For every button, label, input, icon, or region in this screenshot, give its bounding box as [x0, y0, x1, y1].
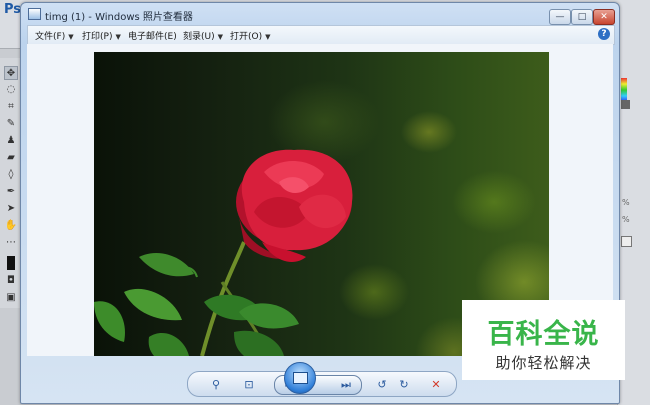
- layer-lock-icon[interactable]: [621, 236, 632, 247]
- close-button[interactable]: ✕: [593, 9, 615, 25]
- foreground-color-swatch[interactable]: [7, 256, 15, 270]
- menu-open-label: 打开(O): [230, 32, 263, 42]
- color-swatch[interactable]: [621, 100, 630, 109]
- watermark-subtitle: 助你轻松解决: [495, 354, 592, 372]
- fill-percent: %: [622, 215, 630, 224]
- crop-tool-icon[interactable]: ⌗: [5, 100, 17, 112]
- menu-email[interactable]: 电子邮件(E): [128, 29, 177, 42]
- chevron-down-icon: ▼: [68, 33, 74, 41]
- next-icon[interactable]: ⏭: [337, 377, 355, 393]
- delete-icon[interactable]: ✕: [428, 376, 444, 392]
- opacity-percent: %: [622, 198, 630, 207]
- move-tool-icon[interactable]: ✥: [4, 66, 18, 80]
- menu-file[interactable]: 文件(F) ▼: [35, 29, 74, 42]
- eraser-tool-icon[interactable]: ▰: [5, 151, 17, 163]
- title-bar[interactable]: timg (1) - Windows 照片查看器 — □ ✕: [21, 3, 619, 25]
- minimize-button[interactable]: —: [549, 9, 571, 25]
- chevron-down-icon: ▼: [265, 33, 271, 41]
- menu-file-label: 文件(F): [35, 32, 66, 42]
- photoshop-toolbar: ✥ ◌ ⌗ ✎ ♟ ▰ ◊ ✒ ➤ ✋ ⋯ ◘ ▣: [0, 58, 22, 308]
- photo-viewer-icon: [28, 8, 41, 20]
- menu-print[interactable]: 打印(P) ▼: [82, 29, 121, 42]
- watermark: 百科全说 助你轻松解决: [462, 300, 625, 380]
- menu-burn[interactable]: 刻录(U) ▼: [183, 29, 223, 42]
- window-title: timg (1) - Windows 照片查看器: [45, 12, 193, 23]
- menu-print-label: 打印(P): [82, 32, 113, 42]
- menu-email-label: 电子邮件(E): [128, 32, 177, 42]
- screen-mode-icon[interactable]: ▣: [5, 291, 17, 303]
- blur-tool-icon[interactable]: ◊: [5, 168, 17, 180]
- watermark-title: 百科全说: [487, 319, 600, 350]
- photoshop-logo: Ps: [4, 2, 22, 17]
- hand-tool-icon[interactable]: ✋: [5, 219, 17, 231]
- chevron-down-icon: ▼: [115, 33, 121, 41]
- quick-mask-icon[interactable]: ◘: [5, 274, 17, 286]
- viewer-control-bar: ⚲ ⊡ ⏮ ⏭ ↺ ↻ ✕: [187, 371, 457, 397]
- path-select-icon[interactable]: ➤: [5, 202, 17, 214]
- slideshow-button[interactable]: [284, 362, 316, 394]
- chevron-down-icon: ▼: [217, 33, 224, 41]
- stamp-tool-icon[interactable]: ♟: [5, 134, 17, 146]
- healing-brush-icon[interactable]: ✎: [5, 117, 17, 129]
- actual-size-icon[interactable]: ⊡: [240, 376, 258, 392]
- rotate-clockwise-icon[interactable]: ↻: [396, 376, 412, 392]
- maximize-button[interactable]: □: [571, 9, 593, 25]
- rotate-counterclockwise-icon[interactable]: ↺: [374, 376, 390, 392]
- zoom-icon[interactable]: ⚲: [204, 376, 228, 392]
- menu-burn-label: 刻录(U): [183, 32, 215, 42]
- menu-bar: 文件(F) ▼ 打印(P) ▼ 电子邮件(E) 刻录(U) ▼ 打开(O) ▼ ?: [27, 25, 615, 45]
- slideshow-icon: [293, 372, 308, 384]
- menu-open[interactable]: 打开(O) ▼: [230, 29, 271, 42]
- help-icon[interactable]: ?: [598, 28, 610, 40]
- pen-tool-icon[interactable]: ✒: [5, 185, 17, 197]
- lasso-tool-icon[interactable]: ◌: [5, 83, 17, 95]
- more-tools-icon[interactable]: ⋯: [5, 236, 17, 248]
